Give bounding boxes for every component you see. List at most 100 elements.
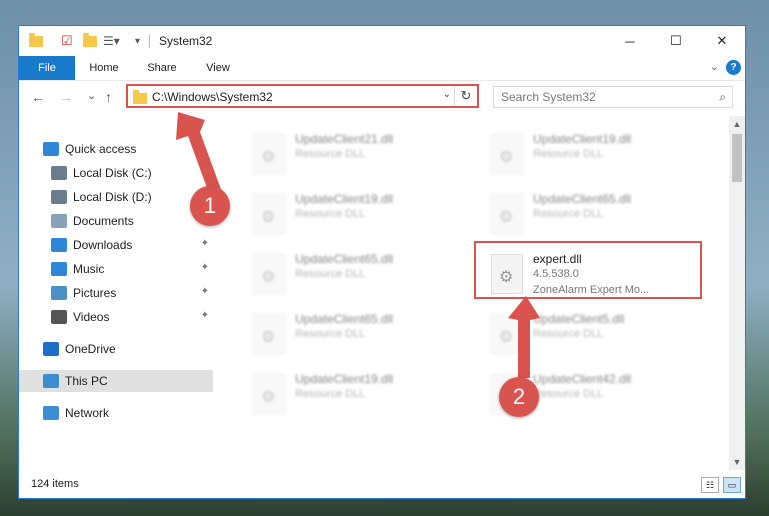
address-bar[interactable]: C:\Windows\System32 ⌄ ↻ [126,84,479,108]
item-count: 124 items [31,478,79,490]
step-2-badge: 2 [499,377,539,417]
computer-icon [43,374,59,388]
pin-icon[interactable]: ✦ [201,286,209,297]
quick-access-toolbar-icon[interactable]: ☰▾ [103,32,120,50]
file-name: UpdateClient65.dll [295,312,394,326]
address-path[interactable]: C:\Windows\System32 [152,90,273,104]
sidebar-item-quick-access[interactable]: Quick access [19,138,213,160]
tab-view[interactable]: View [195,56,241,80]
dll-file-icon [253,374,285,414]
file-type: Resource DLL [533,328,604,340]
file-item[interactable]: UpdateClient19.dll Resource DLL [241,364,461,418]
search-icon[interactable]: ⌕ [719,90,726,105]
file-name: UpdateClient19.dll [295,372,394,386]
file-type: Resource DLL [533,388,604,400]
sidebar-item-videos[interactable]: Videos ✦ [19,306,213,328]
window-title: System32 [159,34,213,48]
drive-icon [51,190,67,204]
dll-file-icon [491,314,523,354]
status-bar: 124 items ☷ ▭ [19,472,745,498]
maximize-button[interactable]: ☐ [653,26,699,56]
new-folder-icon[interactable] [83,32,97,50]
file-item[interactable]: UpdateClient65.dll Resource DLL [241,304,461,358]
pin-icon[interactable]: ✦ [201,166,209,177]
pin-icon[interactable]: ✦ [201,310,209,321]
pictures-icon [51,286,67,300]
back-button[interactable]: ← [31,89,45,105]
file-name: UpdateClient65.dll [533,192,632,206]
dll-file-icon [253,194,285,234]
dll-file-icon [253,134,285,174]
file-item[interactable]: UpdateClient65.dll Resource DLL [241,244,461,298]
file-type: Resource DLL [295,388,366,400]
sidebar-item-pictures[interactable]: Pictures ✦ [19,282,213,304]
sidebar-item-label: This PC [65,374,108,388]
dll-file-icon [253,254,285,294]
folder-icon [29,32,43,50]
file-type: Resource DLL [533,208,604,220]
sidebar-item-label: Pictures [73,286,117,300]
file-type: Resource DLL [295,328,366,340]
file-item[interactable]: UpdateClient19.dll Resource DLL [479,124,699,178]
tab-share[interactable]: Share [139,56,185,80]
file-type: Resource DLL [295,208,366,220]
ribbon-expand-chevron-icon[interactable]: ⌄ [710,60,719,73]
dll-file-icon [253,314,285,354]
scroll-up-icon[interactable]: ▲ [729,116,745,132]
help-icon[interactable]: ? [726,60,741,75]
large-icons-view-icon[interactable]: ▭ [723,477,741,493]
navigation-bar: ← → ⌄ ↑ C:\Windows\System32 ⌄ ↻ Search S… [19,80,745,116]
sidebar-item-onedrive[interactable]: OneDrive [19,338,213,360]
tab-home[interactable]: Home [81,56,127,80]
ribbon: File Home Share View ⌄ ? [19,56,745,81]
vertical-scrollbar[interactable]: ▲ ▼ [729,116,745,470]
documents-icon [51,214,67,228]
scrollbar-thumb[interactable] [732,134,742,182]
sidebar-item-label: Downloads [73,238,133,252]
customize-toolbar-chevron-icon[interactable]: ▾ [135,32,140,50]
scroll-down-icon[interactable]: ▼ [729,454,745,470]
file-item[interactable]: UpdateClient21.dll Resource DLL [241,124,461,178]
sidebar-item-this-pc[interactable]: This PC [19,370,213,392]
up-button[interactable]: ↑ [105,89,112,105]
sidebar-item-local-disk-c[interactable]: Local Disk (C:) ✦ [19,162,213,184]
sidebar-item-label: Music [73,262,105,276]
onedrive-icon [43,342,59,356]
search-input[interactable]: Search System32 ⌕ [493,86,733,108]
file-name: UpdateClient19.dll [533,132,632,146]
minimize-button[interactable]: ─ [607,26,653,56]
file-type: Resource DLL [295,148,366,160]
sidebar-item-music[interactable]: Music ✦ [19,258,213,280]
refresh-button[interactable]: ↻ [454,86,477,106]
file-name: UpdateClient5.dll [533,312,625,326]
forward-button[interactable]: → [59,89,73,105]
pin-icon[interactable]: ✦ [201,262,209,273]
tab-file[interactable]: File [19,56,75,80]
sidebar-item-documents[interactable]: Documents✦ [19,210,213,232]
star-icon [43,142,59,156]
file-item[interactable]: UpdateClient65.dll Resource DLL [479,184,699,238]
file-type: Resource DLL [533,148,604,160]
close-button[interactable]: ✕ [699,26,745,56]
sidebar-item-label: OneDrive [65,342,116,356]
drive-icon [51,166,67,180]
file-item[interactable]: UpdateClient19.dll Resource DLL [241,184,461,238]
address-dropdown-icon[interactable]: ⌄ [443,89,451,100]
address-folder-icon [133,90,147,104]
properties-icon[interactable]: ☑ [61,32,73,50]
search-placeholder: Search System32 [501,90,596,104]
sidebar-item-local-disk-d[interactable]: Local Disk (D:)✦ [19,186,213,208]
sidebar-item-network[interactable]: Network [19,402,213,424]
expert-dll-highlight [474,241,702,299]
recent-locations-button[interactable]: ⌄ [87,89,96,102]
file-name: UpdateClient42.dll [533,372,632,386]
pin-icon[interactable]: ✦ [201,238,209,249]
sidebar-item-label: Documents [73,214,134,228]
title-separator [149,35,150,48]
title-bar: ☑ ☰▾ ▾ System32 ─ ☐ ✕ [19,26,745,56]
sidebar-item-downloads[interactable]: Downloads ✦ [19,234,213,256]
file-item[interactable]: UpdateClient5.dll Resource DLL [479,304,699,358]
videos-icon [51,310,67,324]
sidebar-item-label: Local Disk (C:) [73,166,152,180]
details-view-icon[interactable]: ☷ [701,477,719,493]
